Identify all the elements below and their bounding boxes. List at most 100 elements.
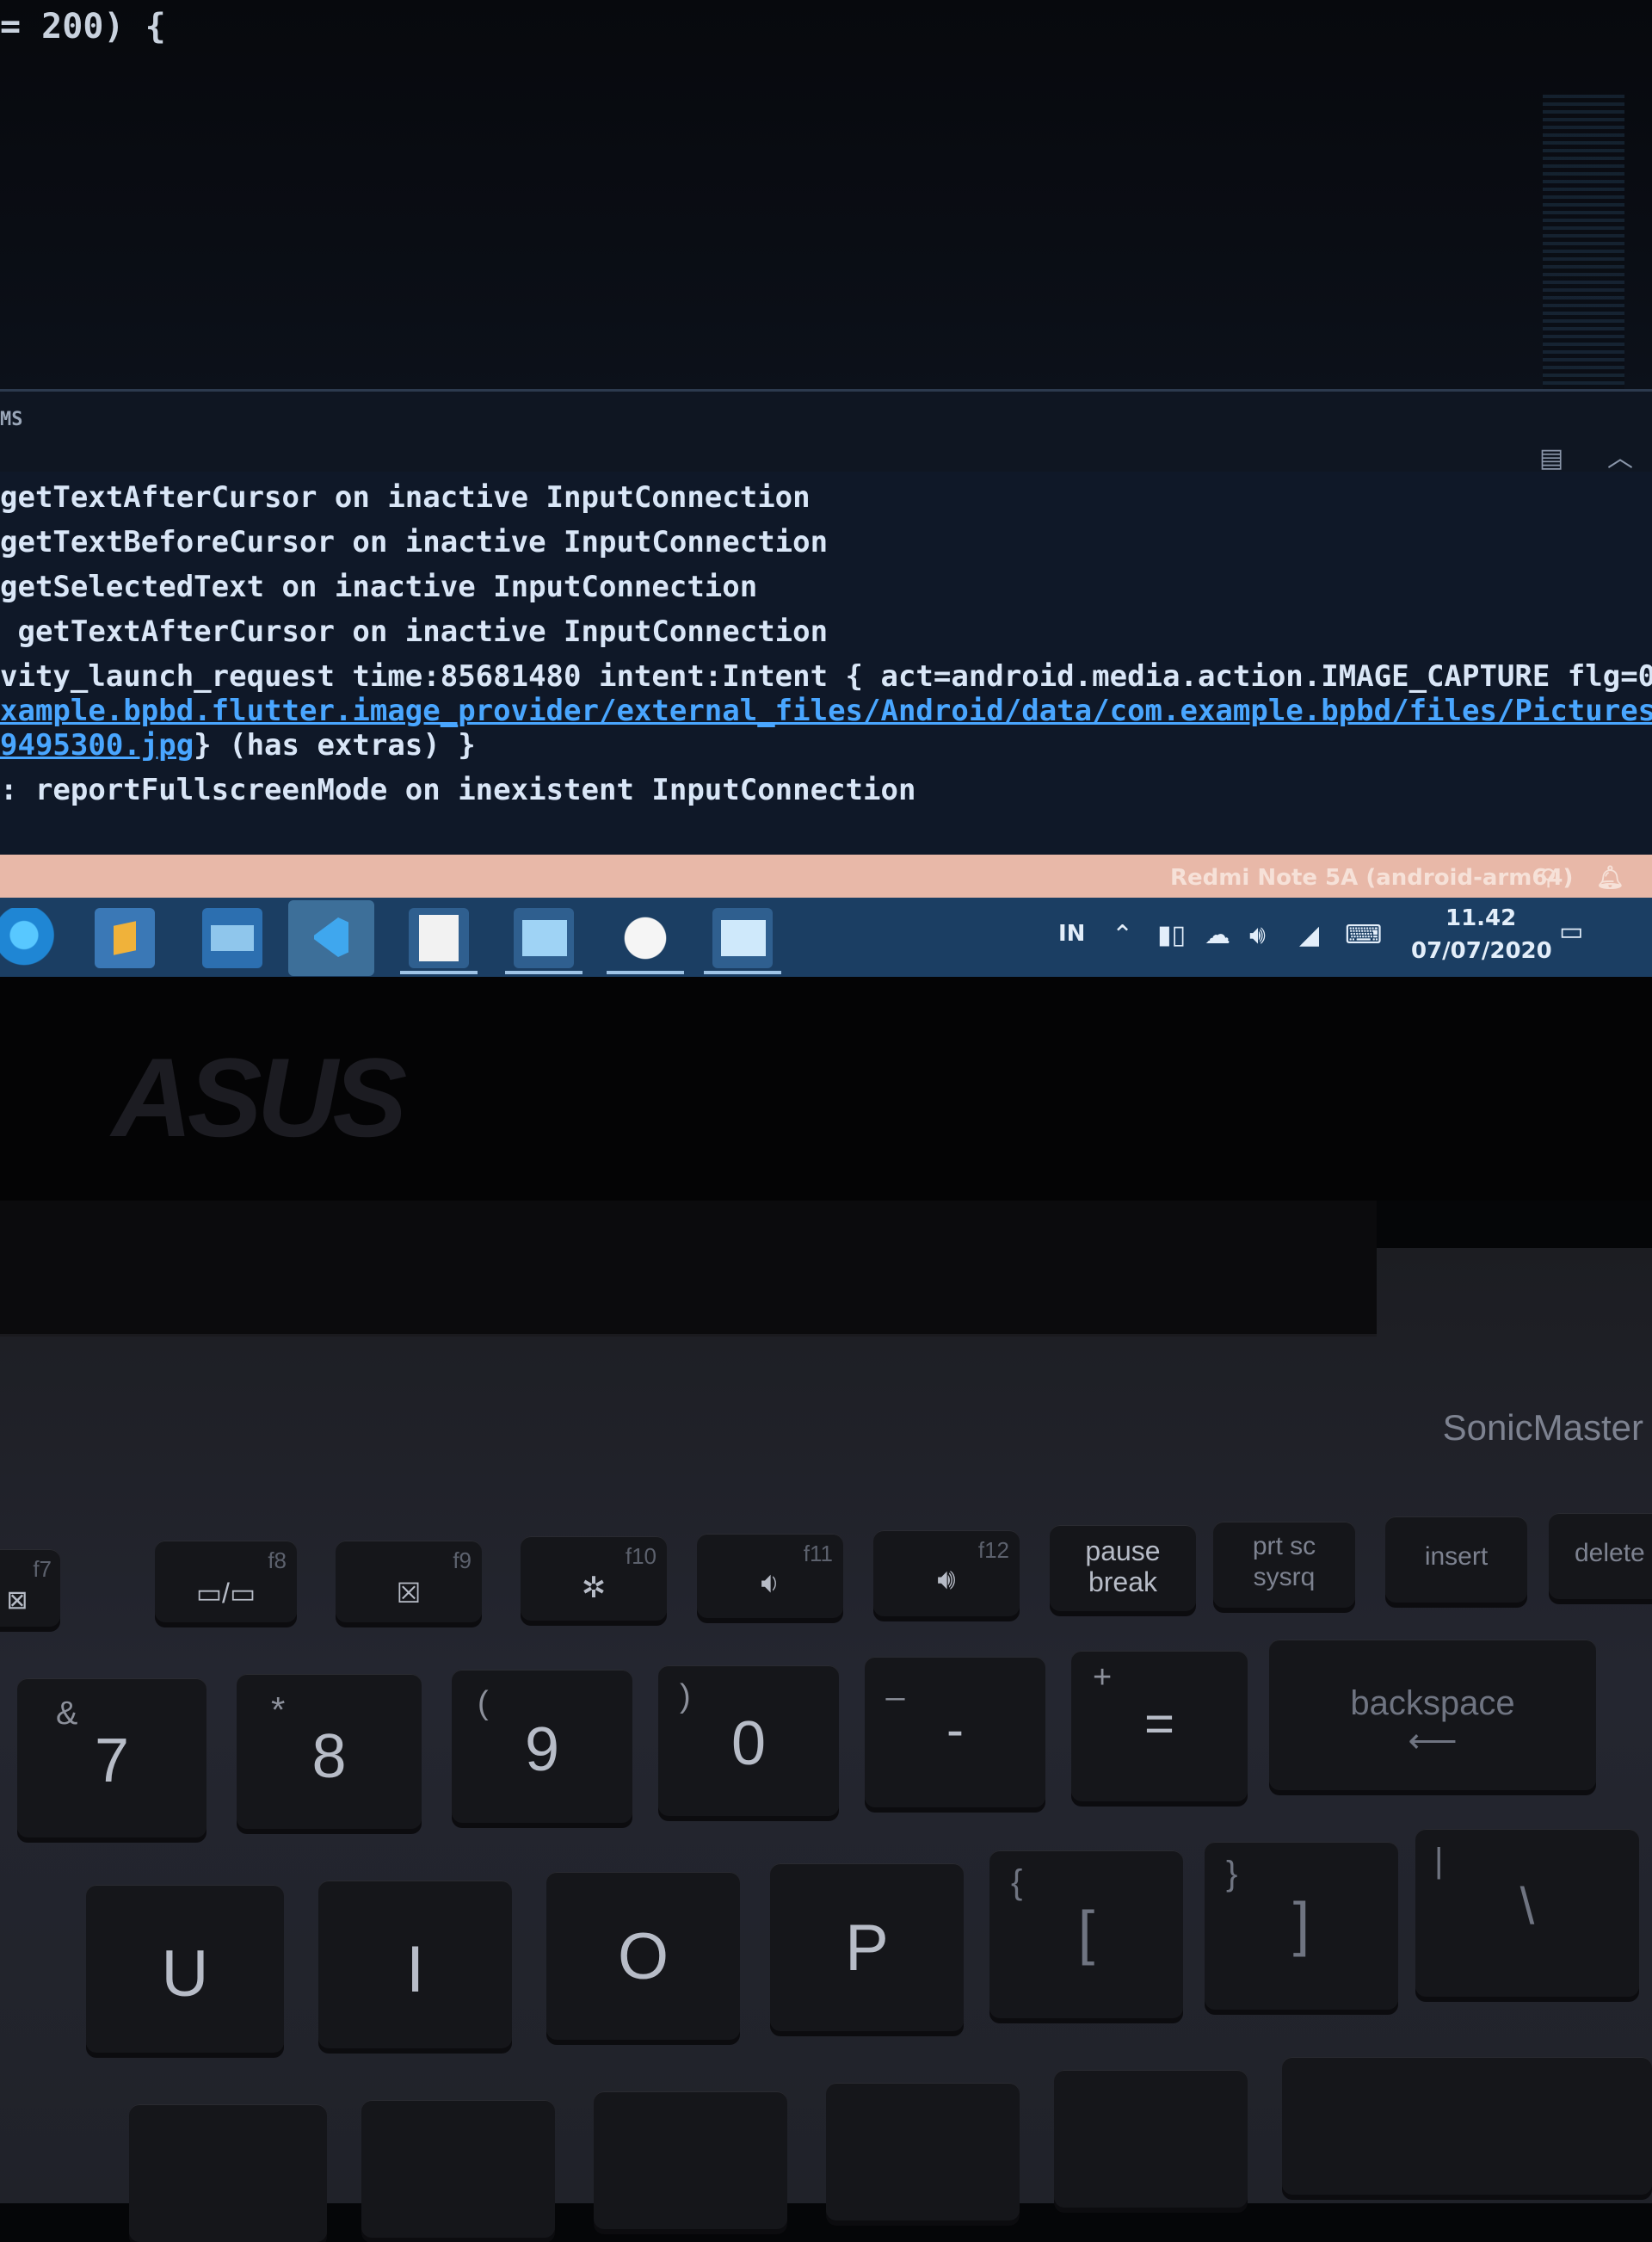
key-7-label: 7 [94,1726,130,1795]
console-file-link[interactable]: xample.bpbd.flutter.image_provider/exter… [0,694,1652,728]
key-backspace-label: backspace [1350,1684,1515,1722]
arrow-left-icon: ⟵ [1408,1722,1458,1760]
key-9[interactable]: ( 9 [452,1670,632,1823]
console-line: getSelectedText on inactive InputConnect… [0,570,758,604]
key-i[interactable]: I [318,1881,512,2048]
clock-time[interactable]: 11.42 [1446,905,1516,931]
debug-console: getTextAfterCursor on inactive InputConn… [0,472,1652,855]
asus-logo: ASUS [112,1035,407,1160]
key-left-bracket-label: [ [1077,1899,1095,1966]
key-9-label: 9 [524,1715,560,1784]
sonicmaster-logo: SonicMaster [1442,1407,1643,1448]
feedback-icon[interactable]: ⚲ [1540,865,1556,891]
console-line: vity_launch_request time:85681480 intent… [0,659,1652,694]
key-0-label: 0 [730,1709,767,1778]
key-quote[interactable] [1054,2070,1248,2208]
key-f12-label: f12 [977,1537,1009,1563]
key-pause-label: pause [1085,1535,1161,1566]
console-file-link-end[interactable]: 9495300.jpg [0,728,194,763]
key-prtsc-sysrq[interactable]: prt sc sysrq [1213,1522,1355,1608]
key-left-bracket[interactable]: { [ [989,1850,1183,2018]
key-8-label: 8 [311,1722,347,1791]
panel-tab[interactable]: MS [0,409,23,430]
key-0[interactable]: ) 0 [658,1665,839,1816]
panel-header [0,392,1652,482]
key-f8[interactable]: f8 ▭/▭ [155,1541,297,1622]
key-equals-label: = [1143,1695,1175,1752]
sublime-text-icon[interactable] [95,908,155,968]
notifications-icon[interactable]: 🔔︎ [1596,865,1624,891]
key-f9[interactable]: f9 ☒ [336,1541,482,1622]
running-indicator [607,971,684,974]
volume-icon[interactable]: 🔊︎ [1249,923,1266,948]
key-f7[interactable]: f7 ⊠ [0,1549,60,1627]
key-break-label: break [1088,1566,1158,1597]
key-p[interactable]: P [770,1863,964,2031]
device-selector[interactable]: Redmi Note 5A (android-arm64) [1170,865,1573,891]
key-insert-label: insert [1424,1542,1489,1571]
key-minus[interactable]: _ - [865,1657,1045,1807]
code-editor[interactable]: = 200) { [0,0,1652,405]
notepad-icon[interactable] [409,908,469,968]
language-indicator[interactable]: IN [1058,921,1085,947]
key-backslash[interactable]: | \ [1415,1829,1639,1997]
key-right-bracket-label: ] [1292,1890,1310,1957]
mail-icon[interactable] [202,908,262,968]
key-prtsc-label: prt sc [1252,1532,1316,1560]
key-f9-label: f9 [453,1547,472,1573]
vscode-icon-active[interactable] [288,900,374,976]
console-line-rest: } (has extras) } [194,728,476,763]
key-k[interactable] [361,2100,555,2238]
photos-icon[interactable] [712,908,773,968]
running-indicator [400,971,478,974]
display-switch-icon: ▭/▭ [195,1578,256,1609]
key-f11[interactable]: f11 🔉︎ [697,1534,843,1618]
key-l[interactable] [594,2091,787,2229]
running-indicator [704,971,781,974]
clear-console-icon[interactable]: ▤ [1536,446,1567,472]
key-pause-break[interactable]: pause break [1050,1525,1196,1611]
edge-browser-icon[interactable] [0,908,60,968]
key-f8-label: f8 [268,1547,287,1573]
battery-icon[interactable]: ▮▯ [1157,923,1186,948]
key-o[interactable]: O [546,1872,740,2040]
laptop-screen: = 200) { MS ▤ ︿ getTextAfterCursor on in… [0,0,1652,977]
key-u-label: U [161,1937,209,2010]
key-u[interactable]: U [86,1885,284,2053]
display-off-icon: ⊠ [6,1586,28,1615]
key-equals[interactable]: + = [1071,1651,1248,1801]
chrome-icon[interactable] [615,908,675,968]
key-f10[interactable]: f10 ✲ [521,1536,667,1621]
console-line: getTextBeforeCursor on inactive InputCon… [0,525,829,559]
key-8[interactable]: * 8 [237,1674,422,1829]
key-insert[interactable]: insert [1385,1516,1527,1603]
key-enter[interactable] [1282,2057,1652,2195]
action-center-icon[interactable]: ▭ [1559,919,1583,945]
key-right-bracket[interactable]: } ] [1205,1842,1398,2010]
chevron-up-tray-icon[interactable]: ⌃ [1112,923,1133,948]
console-line: getTextAfterCursor on inactive InputConn… [0,480,811,515]
key-7[interactable]: & 7 [17,1678,206,1837]
code-line[interactable]: = 200) { [0,7,166,46]
key-j[interactable] [129,2104,327,2242]
wifi-icon[interactable]: ◢ [1299,923,1319,948]
console-line-file-end: 9495300.jpg} (has extras) } [0,728,476,763]
key-delete[interactable]: delete [1549,1513,1652,1599]
chevron-up-icon[interactable]: ︿ [1605,446,1636,472]
editor-minimap[interactable] [1543,95,1624,405]
clock-date[interactable]: 07/07/2020 [1411,938,1552,964]
key-semicolon[interactable] [826,2083,1020,2220]
key-minus-label: - [946,1701,964,1758]
key-backspace[interactable]: backspace ⟵ [1269,1640,1596,1790]
key-f12[interactable]: f12 🔊︎ [873,1530,1020,1616]
file-explorer-icon[interactable] [514,908,574,968]
console-line: getTextAfterCursor on inactive InputConn… [0,615,829,649]
key-f11-label: f11 [803,1541,833,1566]
touch-keyboard-icon[interactable]: ⌨ [1345,923,1382,948]
key-p-label: P [845,1912,889,1985]
onedrive-cloud-icon[interactable]: ☁ [1205,923,1230,948]
key-f10-label: f10 [625,1543,656,1569]
key-pipe: | [1434,1842,1444,1880]
running-indicator [505,971,583,974]
key-f7-label: f7 [33,1556,52,1582]
